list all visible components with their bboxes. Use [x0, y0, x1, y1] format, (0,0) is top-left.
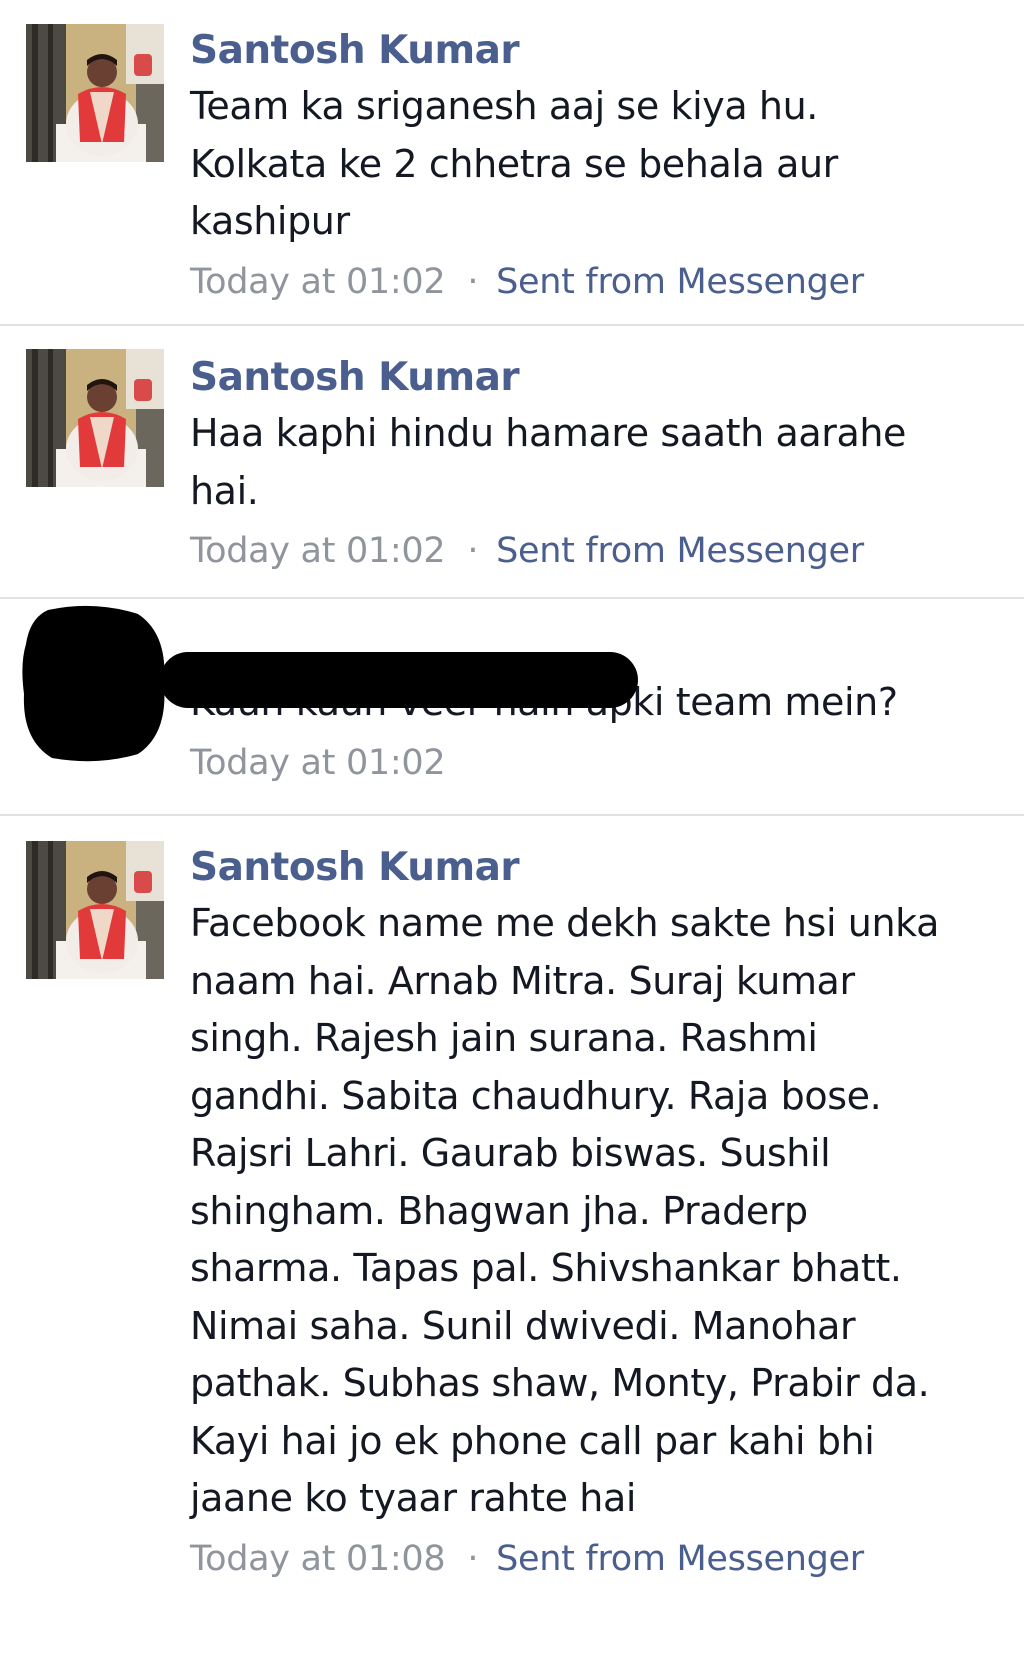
- divider: [0, 597, 1024, 599]
- avatar[interactable]: [26, 349, 164, 487]
- separator-dot: ·: [467, 261, 479, 302]
- timestamp: Today at 01:02: [190, 531, 446, 571]
- separator-dot: ·: [467, 531, 479, 571]
- message-item: Santosh Kumar Haa kaphi hindu hamare saa…: [0, 327, 1024, 597]
- message-meta: Today at 01:08 · Sent from Messenger: [190, 1534, 1000, 1584]
- message-item: Santosh Kumar Facebook name me dekh sakt…: [0, 817, 1024, 1657]
- timestamp: Today at 01:02: [190, 261, 446, 302]
- separator-dot: ·: [467, 1538, 479, 1579]
- timestamp: Today at 01:08: [190, 1538, 446, 1579]
- sent-from-messenger-link[interactable]: Sent from Messenger: [496, 531, 864, 571]
- message-text: Haa kaphi hindu hamare saath aarahe hai.: [190, 411, 906, 513]
- profile-photo-icon: [26, 841, 164, 979]
- profile-photo-icon: [26, 24, 164, 162]
- message-content: Santosh Kumar Facebook name me dekh sakt…: [190, 843, 1000, 1584]
- sender-name[interactable]: Santosh Kumar: [190, 26, 1000, 76]
- message-meta: Today at 01:02 · Sent from Messenger: [190, 257, 1000, 307]
- message-meta: Today at 01:02: [190, 738, 1000, 788]
- redaction-mark-icon: [22, 605, 165, 762]
- sent-from-messenger-link[interactable]: Sent from Messenger: [496, 1539, 864, 1579]
- message-item: Santosh Kumar Team ka sriganesh aaj se k…: [0, 0, 1024, 325]
- sent-from-messenger-link[interactable]: Sent from Messenger: [496, 262, 864, 302]
- message-text: Facebook name me dekh sakte hsi unka naa…: [190, 901, 939, 1520]
- profile-photo-icon: [26, 349, 164, 487]
- message-content: Santosh Kumar Team ka sriganesh aaj se k…: [190, 26, 1000, 307]
- sender-name[interactable]: Santosh Kumar: [190, 353, 1000, 403]
- avatar[interactable]: [26, 24, 164, 162]
- message-text: Team ka sriganesh aaj se kiya hu. Kolkat…: [190, 84, 838, 243]
- divider: [0, 324, 1024, 326]
- divider: [0, 814, 1024, 816]
- message-thread: Santosh Kumar Team ka sriganesh aaj se k…: [0, 0, 1024, 1657]
- redacted-sender-name: [160, 652, 638, 708]
- avatar[interactable]: [26, 841, 164, 979]
- timestamp: Today at 01:02: [190, 742, 446, 783]
- message-content: Santosh Kumar Haa kaphi hindu hamare saa…: [190, 353, 1000, 576]
- sender-name[interactable]: Santosh Kumar: [190, 843, 1000, 893]
- message-meta: Today at 01:02 · Sent from Messenger: [190, 526, 1000, 576]
